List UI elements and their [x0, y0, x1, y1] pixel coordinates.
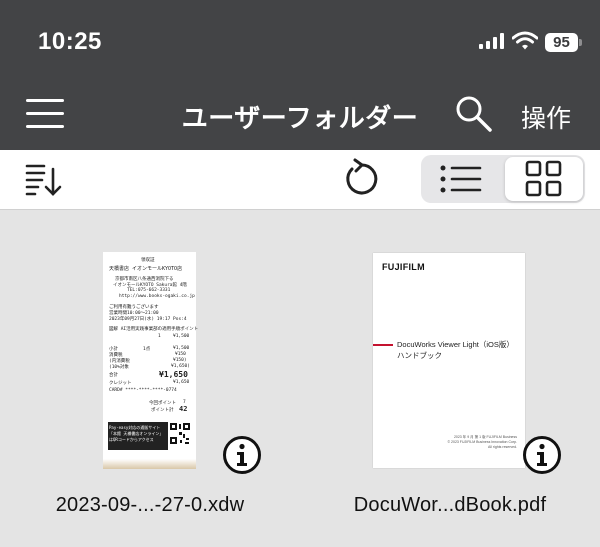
receipt-footer: Pay-easy対応の通販サイト「本館 天橋書店オンライン」はQRコードからアク… — [109, 425, 164, 442]
sort-icon — [25, 164, 62, 196]
receipt-subtotal: ¥1,500 — [173, 346, 190, 351]
pdf-title-line2: ハンドブック — [397, 351, 442, 360]
receipt-qr-code — [169, 422, 191, 446]
info-button[interactable] — [522, 435, 562, 475]
battery-level: 95 — [545, 33, 578, 52]
pdf-accent-bar — [373, 344, 393, 346]
receipt-url: http://www.books-ogaki.co.jp — [119, 294, 195, 299]
file-name: DocuWor...dBook.pdf — [353, 494, 547, 516]
view-mode-toggle — [421, 155, 585, 203]
pdf-brand-logo: FUJIFILM — [382, 262, 425, 272]
receipt-subtotal-qty: 1点 — [143, 347, 151, 352]
search-button[interactable] — [454, 94, 494, 134]
receipt-store: 天橋書店 イオンモールKYOTO店 — [109, 266, 183, 272]
list-view-button[interactable] — [421, 155, 503, 203]
status-time: 10:25 — [38, 28, 102, 55]
receipt-total: ¥1,650 — [159, 370, 188, 379]
receipt-total-label: 合計 — [109, 373, 118, 378]
receipt-item: 図解 AI活用実践事業部の適用手順ポイント — [109, 327, 199, 332]
receipt-card: CARD# ****-****-****-0774 — [109, 388, 177, 393]
file-thumbnail[interactable]: FUJIFILM DocuWorks Viewer Light（iOS版） ハン… — [373, 253, 525, 468]
battery-icon — [579, 39, 582, 46]
receipt-credit-label: クレジット — [109, 381, 132, 386]
refresh-button[interactable] — [340, 158, 382, 200]
page-title: ユーザーフォルダー — [181, 104, 419, 134]
info-icon — [523, 436, 561, 474]
operations-button[interactable]: 操作 — [521, 99, 571, 135]
receipt-target-label: (10%対象 — [109, 365, 129, 370]
pdf-title: DocuWorks Viewer Light（iOS版） ハンドブック — [397, 339, 514, 361]
file-thumbnail[interactable]: 領収証 天橋書店 イオンモールKYOTO店 京都市南区八条通西洞院下る イオンモ… — [103, 252, 199, 469]
wifi-icon — [512, 31, 538, 50]
info-button[interactable] — [222, 435, 262, 475]
toolbar — [0, 150, 600, 210]
pdf-footer: 2023 年 9 月 第 1 版 FUJIFILM Business © 202… — [447, 435, 518, 450]
receipt-tel: TEL:075-662-3331 — [127, 288, 171, 293]
sort-button[interactable] — [24, 161, 64, 199]
receipt-points-label: 今回ポイント — [149, 401, 176, 406]
info-icon — [223, 436, 261, 474]
top-bar: 10:25 95 ユーザーフォルダー 操作 — [0, 0, 600, 150]
receipt-tear-edge — [103, 459, 196, 469]
grid-view-icon — [525, 160, 562, 197]
receipt-date: 2023年09月27日(水) 19:17 Pos:4 — [109, 317, 187, 322]
receipt-credit: ¥1,650 — [173, 380, 190, 385]
file-name: 2023-09-...-27-0.xdw — [55, 494, 245, 516]
receipt-points-total-label: ポイント計 — [151, 408, 174, 413]
receipt-header: 領収証 — [141, 258, 155, 263]
receipt-target: ¥1,650) — [171, 364, 190, 369]
receipt-tax10: ¥150) — [173, 358, 187, 363]
receipt-points-total: 42 — [179, 405, 188, 413]
grid-view-button[interactable] — [505, 157, 583, 201]
search-icon — [456, 96, 492, 132]
pdf-title-line1: DocuWorks Viewer Light（iOS版） — [397, 340, 514, 349]
receipt-item-qty: 1 — [158, 334, 161, 339]
receipt-item-price: ¥1,500 — [173, 334, 190, 339]
file-item[interactable]: FUJIFILM DocuWorks Viewer Light（iOS版） ハン… — [300, 210, 600, 547]
list-view-icon — [440, 165, 482, 193]
cellular-signal-icon — [479, 33, 505, 49]
receipt-tax: ¥150 — [175, 352, 186, 357]
refresh-icon — [346, 158, 378, 195]
pdf-footer-line2: © 2023 FUJIFILM Business Innovation Corp… — [447, 440, 518, 449]
file-item[interactable]: 領収証 天橋書店 イオンモールKYOTO店 京都市南区八条通西洞院下る イオンモ… — [0, 210, 300, 547]
